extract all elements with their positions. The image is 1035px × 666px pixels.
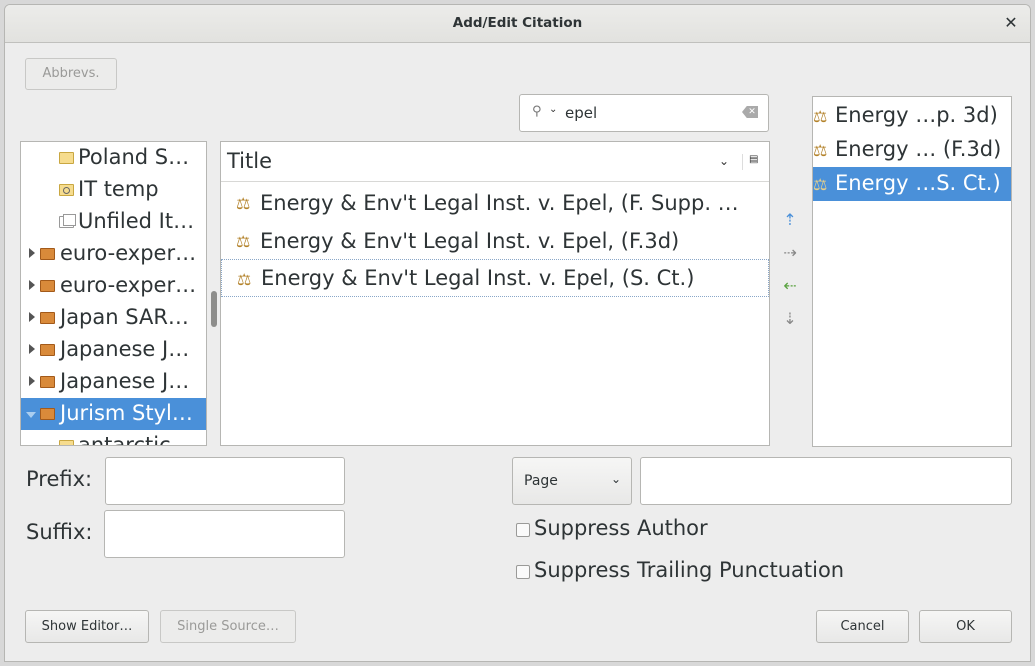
suppress-author-label[interactable]: Suppress Author (534, 516, 708, 540)
library-icon (40, 248, 55, 260)
tree-item[interactable]: euro-exper… (21, 270, 206, 302)
case-scales-icon: ⚖ (236, 232, 251, 251)
item-title: Energy & Env't Legal Inst. v. Epel, (S. … (261, 266, 695, 290)
scrollbar-thumb[interactable] (211, 291, 217, 327)
column-picker-icon[interactable]: ▤ (742, 154, 758, 170)
expand-arrow-icon[interactable] (29, 280, 35, 290)
tree-item[interactable]: Poland S… (21, 142, 206, 174)
tree-item[interactable]: euro-exper… (21, 238, 206, 270)
expand-arrow-icon[interactable] (29, 248, 35, 258)
collapse-arrow-icon[interactable] (26, 412, 36, 418)
prefix-label: Prefix: (26, 467, 93, 491)
case-scales-icon: ⚖ (813, 175, 828, 194)
remove-left-icon[interactable]: ⇠ (780, 276, 800, 296)
tree-item-label: Poland S… (78, 145, 190, 169)
clear-search-icon[interactable]: ✕ (742, 106, 758, 118)
prefix-input[interactable] (105, 457, 345, 505)
cancel-button[interactable]: Cancel (816, 610, 909, 643)
case-scales-icon: ⚖ (813, 107, 828, 126)
single-source-button[interactable]: Single Source… (160, 610, 296, 643)
expand-arrow-icon[interactable] (29, 312, 35, 322)
tree-item[interactable]: Japanese J… (21, 366, 206, 398)
item-row[interactable]: ⚖ Energy & Env't Legal Inst. v. Epel, (F… (221, 222, 769, 260)
library-icon (40, 376, 55, 388)
item-row-focused[interactable]: ⚖ Energy & Env't Legal Inst. v. Epel, (S… (221, 259, 769, 297)
tree-item-label: euro-exper… (60, 273, 197, 297)
ok-button[interactable]: OK (919, 610, 1012, 643)
item-title: Energy & Env't Legal Inst. v. Epel, (F. … (260, 191, 739, 215)
items-list[interactable]: Title ⌄ ▤ ⚖ Energy & Env't Legal Inst. v… (220, 141, 770, 446)
tree-item-label: IT temp (78, 177, 159, 201)
search-input[interactable]: ⚲ ⌄ epel ✕ (519, 94, 769, 132)
tree-item-label: Japanese J… (60, 369, 190, 393)
selected-item-label: Energy …p. 3d) (835, 103, 998, 127)
folder-icon (59, 152, 74, 164)
item-title: Energy & Env't Legal Inst. v. Epel, (F.3… (260, 229, 680, 253)
case-scales-icon: ⚖ (236, 194, 251, 213)
selected-item-label: Energy …S. Ct.) (835, 171, 1001, 195)
suppress-author-checkbox[interactable] (516, 523, 530, 537)
library-icon (40, 344, 55, 356)
tree-item-label: Unfiled It… (78, 209, 195, 233)
suppress-trailing-punctuation-checkbox[interactable] (516, 565, 530, 579)
selected-item[interactable]: ⚖ Energy …p. 3d) (813, 99, 1011, 133)
suffix-label: Suffix: (26, 520, 93, 544)
title-column-header[interactable]: Title (227, 149, 272, 173)
locator-type-select[interactable]: Page ⌄ (512, 457, 632, 505)
dialog-title: Add/Edit Citation (452, 15, 583, 31)
tree-item[interactable]: Unfiled It… (21, 206, 206, 238)
show-editor-button[interactable]: Show Editor… (25, 610, 149, 643)
tree-item[interactable]: Japan SAR… (21, 302, 206, 334)
move-down-icon[interactable]: ⇣ (780, 309, 800, 329)
selected-item-active[interactable]: ⚖ Energy …S. Ct.) (813, 167, 1011, 201)
folder-icon (59, 440, 74, 445)
library-icon (40, 312, 55, 324)
tree-item-label: Japanese J… (60, 337, 190, 361)
add-right-icon[interactable]: ⇢ (780, 243, 800, 263)
tree-item[interactable]: antarctic… (21, 430, 206, 446)
selected-item[interactable]: ⚖ Energy … (F.3d) (813, 133, 1011, 167)
tree-item-label: euro-exper… (60, 241, 197, 265)
expand-arrow-icon[interactable] (29, 344, 35, 354)
case-scales-icon: ⚖ (237, 270, 252, 289)
tree-item-selected[interactable]: Jurism Styl… (21, 398, 206, 430)
tree-item-label: Jurism Styl… (60, 401, 193, 425)
suppress-trailing-punctuation-label[interactable]: Suppress Trailing Punctuation (534, 558, 844, 582)
unfiled-icon (59, 214, 76, 228)
column-header[interactable]: Title ⌄ ▤ (221, 142, 769, 182)
selected-item-label: Energy … (F.3d) (835, 137, 1002, 161)
citation-dialog: Add/Edit Citation ✕ Abbrevs. ⚲ ⌄ epel ✕ … (4, 4, 1031, 662)
collections-tree[interactable]: Poland S… IT temp Unfiled It… euro-exper… (20, 141, 207, 446)
chevron-down-icon: ⌄ (610, 472, 621, 486)
item-row[interactable]: ⚖ Energy & Env't Legal Inst. v. Epel, (F… (221, 184, 769, 222)
search-mode-dropdown-icon[interactable]: ⌄ (549, 104, 557, 115)
tree-item-label: antarctic… (78, 433, 192, 446)
search-value[interactable]: epel (565, 104, 597, 122)
title-bar: Add/Edit Citation ✕ (5, 5, 1030, 43)
case-scales-icon: ⚖ (813, 141, 828, 160)
suffix-input[interactable] (104, 510, 345, 558)
library-icon (40, 280, 55, 292)
tree-item[interactable]: Japanese J… (21, 334, 206, 366)
close-icon[interactable]: ✕ (1002, 14, 1020, 32)
expand-arrow-icon[interactable] (29, 376, 35, 386)
locator-type-value: Page (524, 473, 558, 489)
saved-search-icon (59, 184, 74, 196)
library-icon (40, 408, 55, 420)
move-up-icon[interactable]: ⇡ (780, 210, 800, 230)
abbrevs-button[interactable]: Abbrevs. (25, 58, 117, 90)
tree-item-label: Japan SAR… (60, 305, 189, 329)
chevron-down-icon[interactable]: ⌄ (719, 154, 729, 168)
search-icon[interactable]: ⚲ (532, 104, 542, 119)
selected-items-list[interactable]: ⚖ Energy …p. 3d) ⚖ Energy … (F.3d) ⚖ Ene… (812, 96, 1012, 447)
tree-item[interactable]: IT temp (21, 174, 206, 206)
locator-input[interactable] (640, 457, 1012, 505)
